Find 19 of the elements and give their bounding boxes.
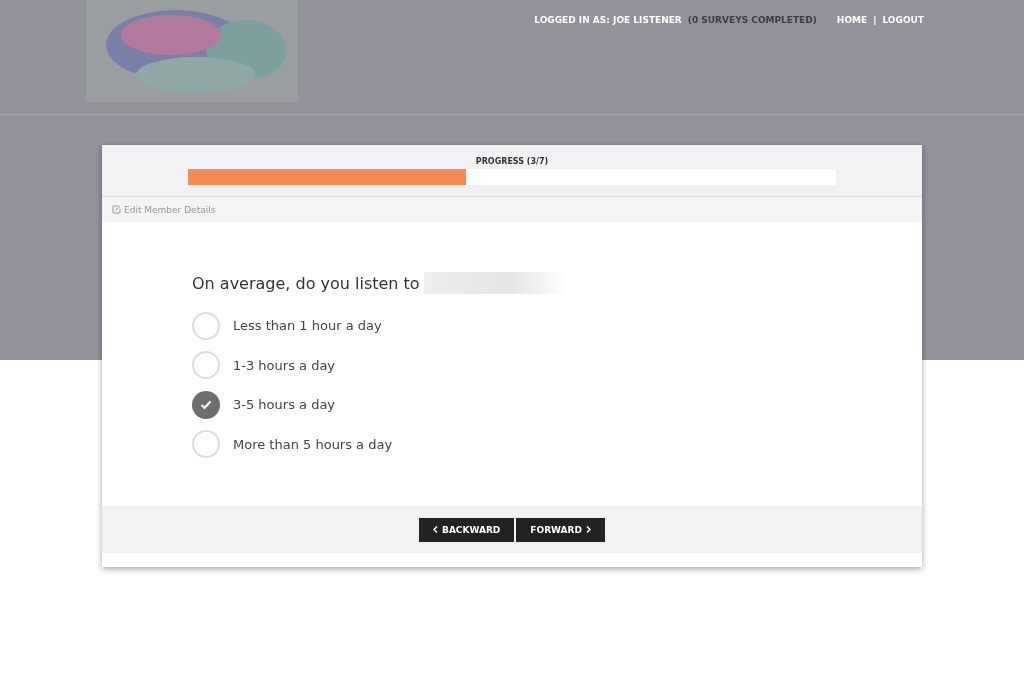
chevron-left-icon <box>433 526 439 533</box>
question-text: On average, do you listen to <box>192 273 420 293</box>
answer-option[interactable]: Less than 1 hour a day <box>192 306 832 346</box>
link-separator: | <box>873 15 877 25</box>
chevron-right-icon <box>585 526 591 533</box>
progress-label: PROGRESS (3/7) <box>475 157 549 166</box>
check-icon <box>200 399 212 410</box>
forward-button[interactable]: FORWARD <box>516 517 605 542</box>
radio-button[interactable] <box>192 351 220 380</box>
surveys-count: (0 SURVEYS COMPLETED) <box>687 15 817 25</box>
answer-option[interactable]: 1-3 hours a day <box>192 345 832 385</box>
radio-button[interactable] <box>192 311 220 340</box>
edit-icon <box>112 205 121 214</box>
answer-option[interactable]: 3-5 hours a day <box>192 385 832 425</box>
radio-button[interactable] <box>192 390 220 419</box>
radio-button[interactable] <box>192 430 220 459</box>
answer-option[interactable]: More than 5 hours a day <box>192 424 832 464</box>
logged-in-user: LOGGED IN AS: JOE LISTENER <box>534 15 682 25</box>
backward-button[interactable]: BACKWARD <box>419 517 515 542</box>
